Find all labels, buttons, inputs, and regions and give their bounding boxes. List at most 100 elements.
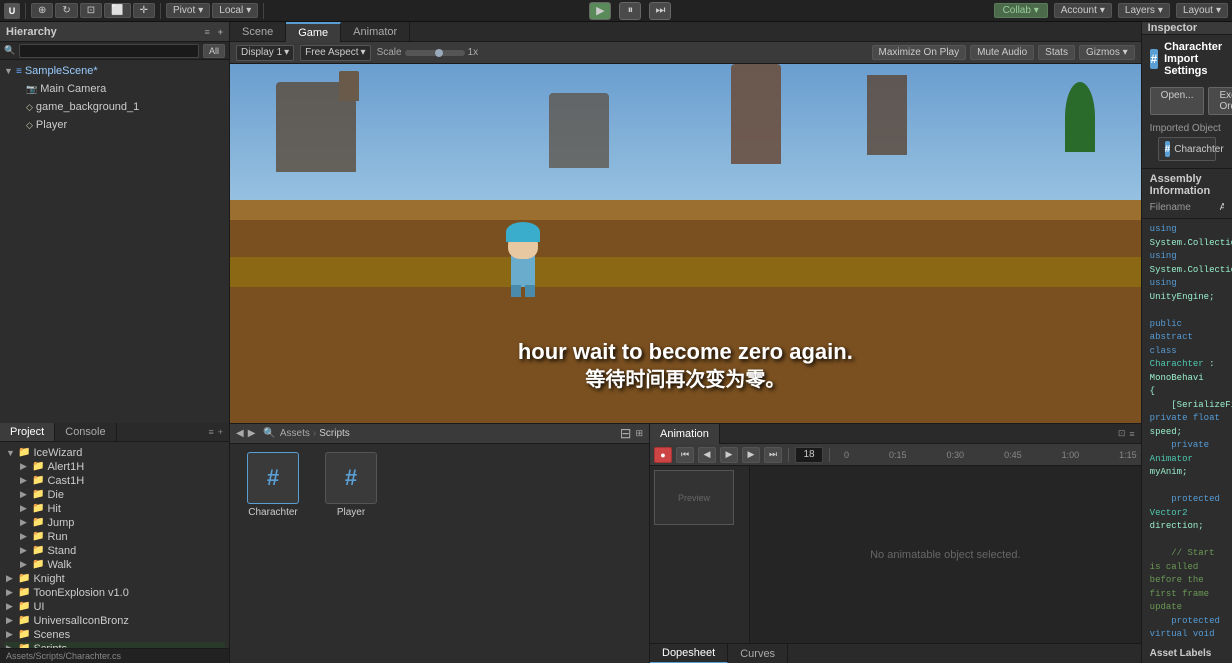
scale-tool-btn[interactable]: ⊡ [80,3,102,18]
camera-icon: 📷 [26,84,37,95]
folder-scenes[interactable]: ▶ 📁 Scenes [4,628,225,642]
folder-toonexplosion[interactable]: ▶ 📁 ToonExplosion v1.0 [4,586,225,600]
inspector-buttons: Open... Execution Orde [1142,83,1232,119]
tab-animation[interactable]: Animation [650,424,720,444]
folder-label-universal: UniversalIconBronz [33,615,128,627]
anim-prev-key-btn[interactable]: ⏮ [676,447,694,463]
scene-icon: ≡ [16,66,22,77]
anim-menu-icon[interactable]: ≡ [1129,429,1134,439]
folder-walk[interactable]: ▶ 📁 Walk [4,558,225,572]
anim-bottom-tabs: Dopesheet Curves [650,643,1141,663]
anim-tab-controls: ⊡ ≡ [1112,428,1141,439]
folder-knight[interactable]: ▶ 📁 Knight [4,572,225,586]
hierarchy-search-input[interactable] [19,44,199,58]
file-item-charachter[interactable]: # Charachter [238,452,308,518]
anim-maximize-icon[interactable]: ⊡ [1118,428,1126,439]
tab-project[interactable]: Project [0,423,55,441]
file-nav-fwd[interactable]: ▶ [248,428,256,439]
code-line-6: private Animator myAnim; [1150,439,1224,480]
file-item-player[interactable]: # Player [316,452,386,518]
local-btn[interactable]: Local ▾ [212,3,258,18]
tab-dopesheet[interactable]: Dopesheet [650,644,728,663]
inspector-panel: Inspector # Charachter Import Settings O… [1141,22,1232,663]
folder-icewizard[interactable]: ▼ 📁 IceWizard [4,446,225,460]
folder-alert1h[interactable]: ▶ 📁 Alert1H [4,460,225,474]
folder-icon-knight: 📁 [18,573,30,584]
hierarchy-item-maincamera[interactable]: 📷 Main Camera [0,80,229,98]
layers-btn[interactable]: Layers ▾ [1118,3,1170,18]
display-select[interactable]: Display 1 ▾ [236,45,294,61]
anim-next-frame-btn[interactable]: ▶ [742,447,760,463]
pause-btn[interactable]: ⏸ [619,2,641,20]
file-slider-icon: ⊟ [620,425,632,442]
account-btn[interactable]: Account ▾ [1054,3,1112,18]
folder-icon-run: 📁 [32,531,44,542]
play-btn[interactable]: ▶ [589,2,611,20]
hierarchy-all-btn[interactable]: All [203,44,225,58]
anim-prev-frame-btn[interactable]: ◀ [698,447,716,463]
folder-cast1h[interactable]: ▶ 📁 Cast1H [4,474,225,488]
scale-bar[interactable] [405,50,465,56]
step-btn[interactable]: ⏭ [649,2,671,20]
assembly-section: Assembly Information Filename Assembly-C… [1142,169,1232,219]
pivot-btn[interactable]: Pivot ▾ [166,3,210,18]
project-menu-icon[interactable]: ≡ [208,427,213,437]
folder-hit[interactable]: ▶ 📁 Hit [4,502,225,516]
exec-order-btn[interactable]: Execution Orde [1208,87,1232,115]
fold-arrow-knight: ▶ [6,573,16,584]
folder-icon-cast1h: 📁 [32,475,44,486]
stats-btn[interactable]: Stats [1038,45,1075,60]
anim-next-key-btn[interactable]: ⏭ [764,447,782,463]
breadcrumb-scripts[interactable]: Scripts [319,428,350,439]
mute-btn[interactable]: Mute Audio [970,45,1034,60]
main-content: Hierarchy ≡ + 🔍 All ▼ ≡ SampleScene* 📷 [0,22,1232,663]
hierarchy-add-icon[interactable]: + [218,27,223,37]
anim-play-btn[interactable]: ▶ [720,447,738,463]
hierarchy-item-gamebg[interactable]: ◇ game_background_1 [0,98,229,116]
code-blank-1 [1150,304,1224,318]
animation-tabs: Animation ⊡ ≡ [650,424,1141,444]
aspect-select[interactable]: Free Aspect ▾ [300,45,370,61]
code-line-4: public abstract class Charachter : MonoB… [1150,318,1224,386]
rotate-tool-btn[interactable]: ↻ [55,3,77,18]
tab-animator[interactable]: Animator [341,22,410,42]
anim-frame-input[interactable]: 18 [795,447,823,463]
project-add-icon[interactable]: + [218,427,223,437]
tab-game[interactable]: Game [286,22,341,42]
bg-ruin-pillar [339,71,359,101]
file-nav-back[interactable]: ◀ [236,428,244,439]
file-grid-icon[interactable]: ⊞ [635,428,643,439]
assembly-title: Assembly Information [1150,173,1224,197]
move-tool-btn[interactable]: ✛ [133,3,155,18]
anim-add-key-btn[interactable]: ● [654,447,672,463]
project-console-tabs: Project Console ≡ + [0,423,229,442]
hierarchy-menu-icon[interactable]: ≡ [204,27,209,37]
tab-curves[interactable]: Curves [728,644,788,663]
hierarchy-item-player[interactable]: ◇ Player [0,116,229,134]
sky-bg [230,64,1141,215]
maximize-btn[interactable]: Maximize On Play [872,45,967,60]
topbar-right: Collab ▾ Account ▾ Layers ▾ Layout ▾ [994,3,1228,18]
folder-universalicon[interactable]: ▶ 📁 UniversalIconBronz [4,614,225,628]
inspector-object: # Charachter [1158,137,1216,161]
tab-console[interactable]: Console [55,423,116,441]
breadcrumb-assets[interactable]: Assets [280,428,310,439]
layout-btn[interactable]: Layout ▾ [1176,3,1228,18]
folder-stand[interactable]: ▶ 📁 Stand [4,544,225,558]
collab-btn[interactable]: Collab ▾ [994,3,1048,18]
tab-scene[interactable]: Scene [230,22,286,42]
folder-run[interactable]: ▶ 📁 Run [4,530,225,544]
folder-die[interactable]: ▶ 📁 Die [4,488,225,502]
folder-ui[interactable]: ▶ 📁 UI [4,600,225,614]
open-btn[interactable]: Open... [1150,87,1205,115]
anim-preview-box: Preview [654,470,734,525]
fold-arrow-jump: ▶ [20,517,30,528]
hierarchy-item-samplescene[interactable]: ▼ ≡ SampleScene* [0,62,229,80]
transform-tool-btn[interactable]: ⊕ [31,3,53,18]
folder-jump[interactable]: ▶ 📁 Jump [4,516,225,530]
animation-toolbar: ● ⏮ ◀ ▶ ▶ ⏭ 18 0 0:15 0:30 0:45 1:00 [650,444,1141,466]
rect-tool-btn[interactable]: ⬜ [104,3,130,18]
gizmos-btn[interactable]: Gizmos ▾ [1079,45,1135,60]
gameobject-icon: ◇ [26,102,33,113]
fold-arrow-icewizard: ▼ [6,448,16,458]
